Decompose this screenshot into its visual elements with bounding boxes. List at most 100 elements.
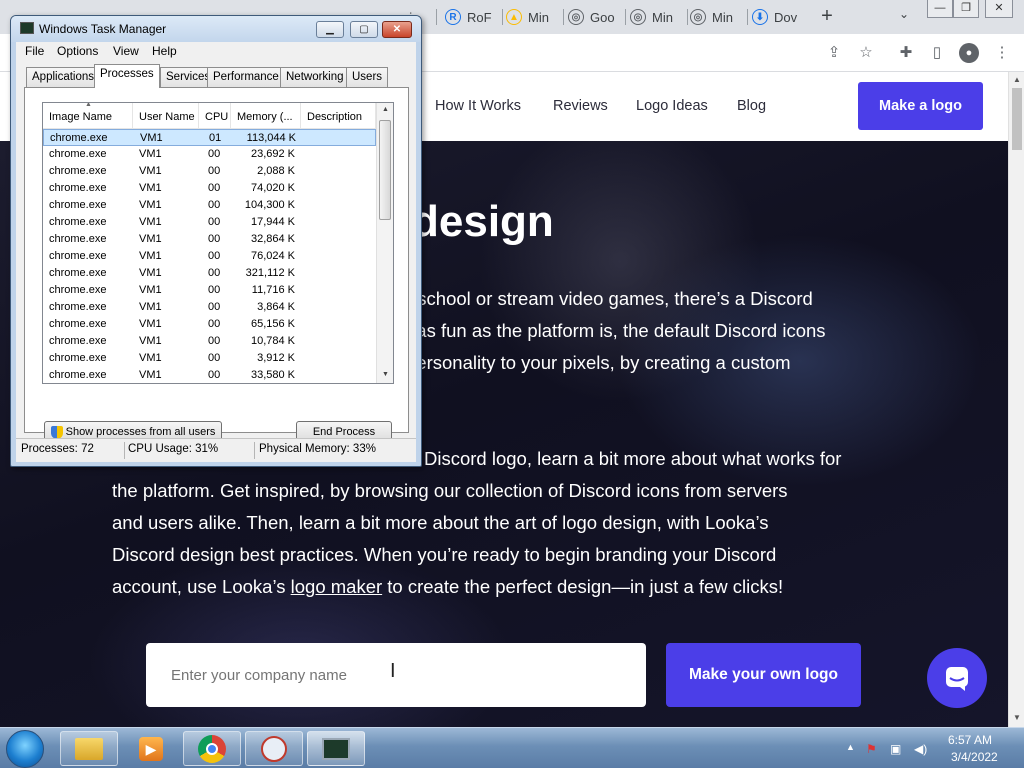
globe-icon: ◎ [568,9,584,25]
browser-minimize-button[interactable]: — [927,0,953,18]
new-tab-button[interactable]: + [815,5,839,29]
tab-performance[interactable]: Performance [207,67,285,87]
row-memory: 65,156 K [250,318,295,330]
nav-link-how-it-works[interactable]: How It Works [435,98,521,114]
process-row[interactable]: chrome.exe VM1 00 76,024 K [43,248,376,265]
chat-support-button[interactable] [927,648,987,708]
scroll-up-arrow-icon[interactable]: ▲ [377,106,393,113]
page-scrollbar[interactable]: ▲ ▼ [1008,72,1024,727]
taskbar-chrome[interactable] [183,731,241,766]
process-row[interactable]: chrome.exe VM1 00 17,944 K [43,214,376,231]
browser-tab-label: Min [712,9,733,25]
tab-processes[interactable]: Processes [94,64,160,88]
browser-close-button[interactable]: ✕ [985,0,1013,18]
profile-avatar-icon[interactable]: ● [959,43,979,63]
taskbar-media-player[interactable]: ▶ [122,731,180,766]
bookmark-star-icon[interactable]: ☆ [856,43,876,63]
scroll-up-arrow-icon[interactable]: ▲ [1012,75,1022,84]
browser-restore-button[interactable]: ❐ [953,0,979,18]
scrollbar-thumb[interactable] [1012,88,1022,150]
process-row[interactable]: chrome.exe VM1 00 65,156 K [43,316,376,333]
process-row[interactable]: chrome.exe VM1 00 10,784 K [43,333,376,350]
task-manager-titlebar[interactable]: Windows Task Manager ▁ ▢ ✕ [11,16,421,42]
process-row[interactable]: chrome.exe VM1 00 3,864 K [43,299,376,316]
row-image-name: chrome.exe [49,216,107,228]
menu-view[interactable]: View [113,44,139,58]
logo-maker-link[interactable]: logo maker [291,576,383,597]
taskbar-snipping-tool[interactable] [245,731,303,766]
column-header-description[interactable]: Description [301,103,376,129]
make-your-own-logo-button[interactable]: Make your own logo [666,643,861,707]
process-row[interactable]: chrome.exe VM1 00 11,716 K [43,282,376,299]
browser-tab[interactable]: R RoF [445,4,492,30]
side-panel-icon[interactable]: ▯ [927,43,947,63]
clock-date[interactable]: 3/4/2022 [951,750,998,764]
row-user-name: VM1 [139,267,162,279]
browser-tab[interactable]: ◎ Goo [568,4,615,30]
row-cpu: 00 [208,148,221,160]
row-cpu: 00 [208,182,221,194]
show-hidden-icons-chevron-icon[interactable]: ▲ [846,742,855,752]
share-icon[interactable]: ⇪ [824,43,844,63]
process-list-scrollbar[interactable]: ▲ ▼ [376,103,393,383]
start-button[interactable] [6,730,44,768]
browser-tab[interactable]: ⬇ Dov [752,4,797,30]
column-header-memory[interactable]: Memory (... [231,103,301,129]
volume-icon[interactable]: ◀) [914,742,927,756]
column-header-user-name[interactable]: User Name [133,103,199,129]
process-rows: chrome.exe VM1 01 113,044 K chrome.exe VM1 00 2… [43,129,376,383]
menu-file[interactable]: File [25,44,44,58]
tab-networking[interactable]: Networking [280,67,350,87]
row-image-name: chrome.exe [49,250,107,262]
company-name-input[interactable] [146,643,646,707]
scroll-down-arrow-icon[interactable]: ▼ [1012,713,1022,722]
row-cpu: 00 [208,233,221,245]
extensions-puzzle-icon[interactable]: ✚ [896,43,916,63]
row-memory: 3,912 K [257,352,295,364]
maximize-button[interactable]: ▢ [350,21,378,38]
menu-options[interactable]: Options [57,44,98,58]
clock-time[interactable]: 6:57 AM [948,733,992,747]
process-row[interactable]: chrome.exe VM1 00 74,020 K [43,180,376,197]
row-image-name: chrome.exe [49,148,107,160]
nav-link-logo-ideas[interactable]: Logo Ideas [636,98,708,114]
close-button[interactable]: ✕ [382,21,412,38]
column-header-cpu[interactable]: CPU [199,103,231,129]
browser-tab[interactable]: ◎ Min [690,4,733,30]
nav-link-blog[interactable]: Blog [737,98,766,114]
row-cpu: 00 [208,216,221,228]
row-memory: 10,784 K [250,335,295,347]
task-manager-icon [322,737,350,760]
taskbar-explorer[interactable] [60,731,118,766]
scroll-down-arrow-icon[interactable]: ▼ [377,371,393,378]
browser-tab[interactable]: ▲ Min [506,4,549,30]
tab-search-chevron-icon[interactable]: ⌄ [894,7,914,27]
browser-tab[interactable]: ◎ Min [630,4,673,30]
tab-users[interactable]: Users [346,67,389,87]
sort-arrow-icon: ▲ [85,102,92,108]
process-row[interactable]: chrome.exe VM1 00 104,300 K [43,197,376,214]
process-row[interactable]: chrome.exe VM1 01 113,044 K [43,129,376,146]
minimize-button[interactable]: ▁ [316,21,344,38]
process-row[interactable]: chrome.exe VM1 00 2,088 K [43,163,376,180]
action-center-flag-icon[interactable]: ⚑ [866,742,877,756]
make-a-logo-button[interactable]: Make a logo [858,82,983,130]
process-row[interactable]: chrome.exe VM1 00 23,692 K [43,146,376,163]
row-cpu: 00 [208,284,221,296]
network-icon[interactable]: ▣ [890,742,901,756]
menu-help[interactable]: Help [152,44,177,58]
row-image-name: chrome.exe [49,284,107,296]
process-row[interactable]: chrome.exe VM1 00 32,864 K [43,231,376,248]
process-row[interactable]: chrome.exe VM1 00 3,912 K [43,350,376,367]
taskbar-task-manager[interactable] [307,731,365,766]
process-list[interactable]: Image Name User Name CPU Memory (... Des… [42,102,394,384]
process-row[interactable]: chrome.exe VM1 00 321,112 K [43,265,376,282]
tab-applications[interactable]: Applications [26,67,101,87]
hero-title-text: design [412,197,554,246]
nav-link-reviews[interactable]: Reviews [553,98,608,114]
process-row[interactable]: chrome.exe VM1 00 33,580 K [43,367,376,383]
chat-icon [946,667,968,691]
browser-menu-kebab-icon[interactable]: ⋮ [992,43,1012,63]
scrollbar-thumb[interactable] [379,120,391,220]
row-memory: 17,944 K [250,216,295,228]
